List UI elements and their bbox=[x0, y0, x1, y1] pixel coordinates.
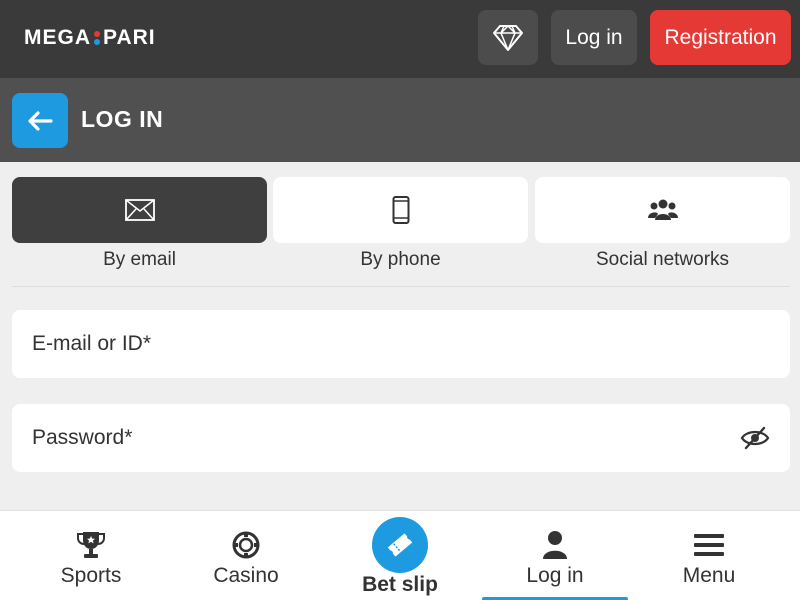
nav-label-menu: Menu bbox=[682, 564, 736, 587]
tab-label-phone[interactable]: By phone bbox=[273, 249, 528, 271]
trophy-icon bbox=[77, 532, 105, 558]
casino-chip-icon bbox=[232, 531, 260, 559]
megapari-logo[interactable]: MEGA PARI bbox=[24, 24, 156, 52]
diamond-icon bbox=[493, 24, 523, 51]
nav-login[interactable]: Log in bbox=[480, 511, 630, 600]
nav-label-bet-slip[interactable]: Bet slip bbox=[325, 573, 475, 597]
email-or-id-input[interactable] bbox=[32, 310, 732, 378]
user-icon bbox=[543, 531, 567, 559]
arrow-left-icon bbox=[28, 110, 53, 131]
tab-label-social[interactable]: Social networks bbox=[535, 249, 790, 271]
logo-text-left: MEGA bbox=[24, 26, 91, 49]
bet-slip-button[interactable] bbox=[372, 517, 428, 573]
tab-social-networks[interactable] bbox=[535, 177, 790, 243]
hamburger-icon bbox=[694, 534, 724, 556]
password-input[interactable] bbox=[32, 404, 732, 472]
page-title: LOG IN bbox=[81, 106, 164, 132]
phone-icon bbox=[392, 196, 409, 224]
registration-button[interactable]: Registration bbox=[650, 10, 791, 65]
users-icon bbox=[647, 199, 678, 220]
nav-casino[interactable]: Casino bbox=[171, 511, 321, 600]
nav-sports[interactable]: Sports bbox=[16, 511, 166, 600]
email-field-container bbox=[12, 310, 790, 378]
back-button[interactable] bbox=[12, 93, 68, 148]
ticket-icon bbox=[387, 533, 413, 557]
password-field-container bbox=[12, 404, 790, 472]
nav-label-login: Log in bbox=[526, 564, 584, 587]
tab-by-email[interactable] bbox=[12, 177, 267, 243]
header-login-button[interactable]: Log in bbox=[551, 10, 637, 65]
nav-label-casino: Casino bbox=[213, 564, 279, 587]
section-divider bbox=[12, 286, 790, 287]
eye-slash-icon[interactable] bbox=[740, 426, 770, 450]
bottom-navigation: Sports Casino Bet slip Log in Menu bbox=[0, 510, 800, 600]
top-header: MEGA PARI Log in Registration bbox=[0, 0, 800, 78]
envelope-icon bbox=[124, 199, 155, 221]
tab-label-email[interactable]: By email bbox=[12, 249, 267, 271]
logo-dots bbox=[94, 29, 100, 47]
nav-label-sports: Sports bbox=[60, 564, 122, 587]
page-titlebar: LOG IN bbox=[0, 78, 800, 162]
vip-diamond-button[interactable] bbox=[478, 10, 538, 65]
logo-text-right: PARI bbox=[103, 26, 156, 49]
tab-by-phone[interactable] bbox=[273, 177, 528, 243]
nav-menu[interactable]: Menu bbox=[634, 511, 784, 600]
